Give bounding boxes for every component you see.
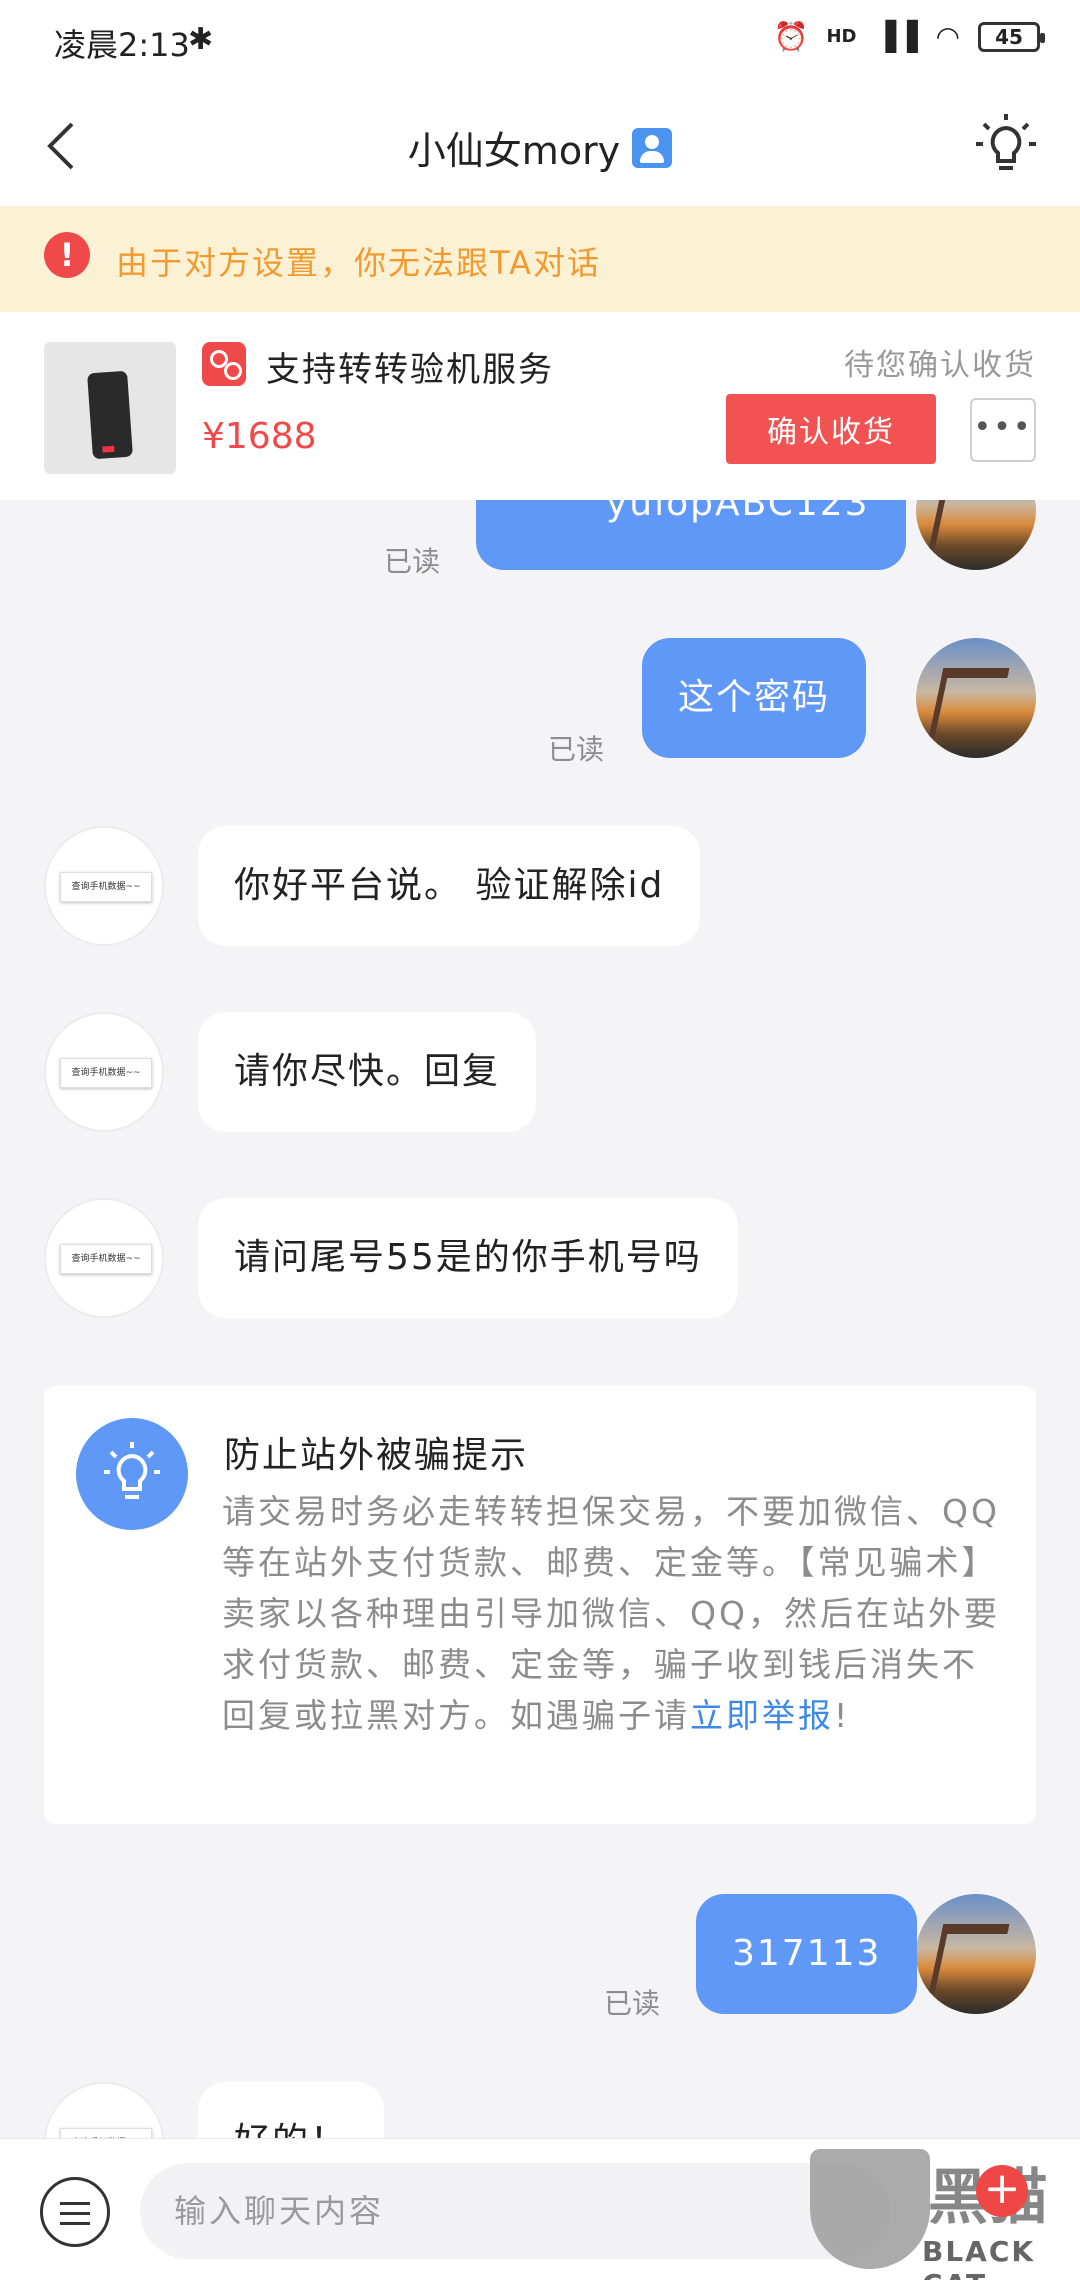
read-receipt: 已读 [548,733,605,766]
page-title: 小仙女mory [0,120,1080,175]
product-thumbnail[interactable] [44,342,176,474]
report-link[interactable]: 立即举报 [690,1696,834,1735]
service-label: 支持转转验机服务 [266,350,554,390]
my-avatar[interactable] [916,638,1036,758]
my-avatar[interactable] [916,1894,1036,2014]
tip-body-text: 请交易时务必走转转担保交易，不要加微信、QQ等在站外支付货款、邮费、定金等。【常… [222,1492,1000,1735]
message-text: 请你尽快。回复 [234,1051,501,1092]
status-bar: 凌晨2:13 ✱ ⏰ HD ▐▐ ◠ 45 [0,0,1080,86]
watermark-subtext: BLACK CAT [922,2235,1036,2280]
zhuanzhuan-service-icon [202,342,246,386]
message-text: 好的！ [234,2121,348,2138]
tip-body-end: ! [834,1696,851,1735]
add-icon[interactable]: + [976,2165,1028,2217]
tip-body: 请交易时务必走转转担保交易，不要加微信、QQ等在站外支付货款、邮费、定金等。【常… [222,1486,1012,1741]
contact-avatar[interactable]: 查询手机数据~~ [44,1198,164,1318]
alert-icon: ! [44,232,90,278]
message-bubble-received[interactable]: 你好平台说。 验证解除id [198,826,701,946]
more-options-button[interactable]: ••• [970,398,1036,462]
confirm-receipt-button[interactable]: 确认收货 [726,394,936,464]
tip-title: 防止站外被骗提示 [224,1435,529,1476]
message-text: 317113 [732,1933,882,1974]
message-text: 你好平台说。 验证解除id [234,865,665,906]
lightbulb-icon [76,1418,188,1530]
contact-avatar[interactable]: 查询手机数据~~ [44,2082,164,2138]
message-bubble-sent[interactable]: 这个密码 [642,638,867,758]
signal-icon: ▐▐ [874,20,918,53]
battery-icon: 45 [978,21,1045,52]
anti-fraud-tip-card: 防止站外被骗提示 请交易时务必走转转担保交易，不要加微信、QQ等在站外支付货款、… [44,1386,1036,1824]
wifi-icon: ◠ [935,20,960,53]
restriction-banner: ! 由于对方设置，你无法跟TA对话 [0,206,1080,312]
chat-screen: 凌晨2:13 ✱ ⏰ HD ▐▐ ◠ 45 小仙女mory ! 由于对方设置，你… [0,0,1080,2280]
message-bubble-received[interactable]: 好的！ [198,2082,385,2138]
message-text: 请问尾号55是的你手机号吗 [234,1237,702,1278]
contact-avatar[interactable]: 查询手机数据~~ [44,826,164,946]
read-receipt: 已读 [604,1987,661,2020]
blackcat-logo [810,2149,930,2269]
menu-icon[interactable] [40,2177,110,2247]
message-bubble-sent[interactable]: yuiopABC123 [476,500,906,570]
restriction-text: 由于对方设置，你无法跟TA对话 [116,244,601,282]
blackcat-watermark: 黑猫 + BLACK CAT [810,2149,1070,2280]
order-status: 待您确认收货 [844,348,1036,383]
user-profile-icon[interactable] [632,127,673,168]
order-card[interactable]: 支持转转验机服务 待您确认收货 ¥1688 确认收货 ••• [0,312,1080,500]
message-bubble-received[interactable]: 请问尾号55是的你手机号吗 [198,1198,738,1318]
message-text: 这个密码 [678,677,831,718]
status-time: 凌晨2:13 [54,26,190,64]
message-bubble-received[interactable]: 请你尽快。回复 [198,1012,537,1132]
product-price: ¥1688 [202,416,317,457]
message-text: yuiopABC123 [606,500,870,524]
alarm-icon: ⏰ [773,20,809,53]
read-receipt: 已读 [384,545,441,578]
lightbulb-icon[interactable] [976,114,1036,178]
input-bar: 黑猫 + BLACK CAT [0,2138,1080,2280]
contact-avatar[interactable]: 查询手机数据~~ [44,1012,164,1132]
my-avatar[interactable] [916,500,1036,570]
contact-name: 小仙女mory [407,129,621,173]
nav-bar: 小仙女mory [0,86,1080,206]
message-list[interactable]: yuiopABC123 已读 这个密码 已读 查询手机数据~~ 你好平台说。 验… [0,500,1080,2138]
message-bubble-sent[interactable]: 317113 [696,1894,918,2014]
message-input[interactable] [140,2163,890,2259]
signal-label: HD [826,26,857,47]
bluetooth-icon: ✱ [188,22,214,57]
status-icons: ⏰ HD ▐▐ ◠ 45 [773,20,1045,53]
